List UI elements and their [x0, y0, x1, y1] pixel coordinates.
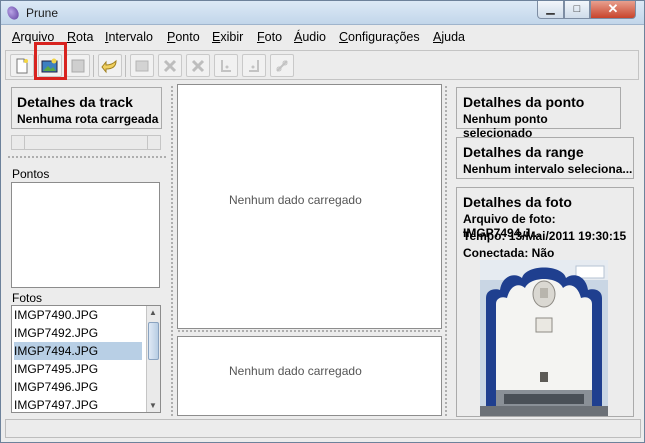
- map-empty-message: Nenhum dado carregado: [229, 193, 362, 207]
- title-bar: Prune ▁ □ ✕: [1, 1, 644, 25]
- range-details-panel: Detalhes da range Nenhum intervalo selec…: [456, 137, 634, 179]
- status-bar: [5, 419, 641, 438]
- maximize-button[interactable]: □: [564, 1, 590, 19]
- map-canvas[interactable]: Nenhum dado carregado: [177, 84, 442, 329]
- menu-configuracoes[interactable]: Configurações: [339, 30, 420, 44]
- track-details-title: Detalhes da track: [17, 94, 133, 110]
- close-button[interactable]: ✕: [590, 1, 636, 19]
- track-details-panel: Detalhes da track Nenhuma rota carrgeada: [11, 87, 162, 129]
- new-file-button[interactable]: [10, 54, 34, 77]
- scroll-up-arrow-icon[interactable]: ▲: [149, 308, 157, 317]
- select-start-icon: [221, 59, 231, 72]
- photo-thumbnail[interactable]: [480, 260, 608, 416]
- points-list[interactable]: [11, 182, 160, 288]
- scroll-down-arrow-icon[interactable]: ▼: [149, 401, 157, 410]
- delete-range-icon: [191, 59, 205, 72]
- prune-logo-icon: [4, 4, 22, 22]
- delete-point-icon: [163, 59, 177, 72]
- point-details-title: Detalhes da ponto: [463, 94, 585, 110]
- toolbar-separator: [125, 55, 126, 77]
- undo-icon: [101, 59, 117, 73]
- range-status: Nenhum intervalo seleciona...: [463, 162, 633, 176]
- undo-button[interactable]: [98, 54, 122, 77]
- delete-point-button[interactable]: [158, 54, 182, 77]
- photos-list[interactable]: IMGP7490.JPG IMGP7492.JPG IMGP7494.JPG I…: [11, 305, 161, 413]
- menu-foto[interactable]: Foto: [257, 30, 282, 44]
- delete-range-button[interactable]: [186, 54, 210, 77]
- minimize-button[interactable]: ▁: [537, 1, 564, 19]
- points-label: Pontos: [12, 167, 50, 181]
- connect-icon: [276, 59, 288, 72]
- profile-empty-message: Nenhum dado carregado: [229, 364, 362, 378]
- photo-details-panel: Detalhes da foto Arquivo de foto: IMGP74…: [456, 187, 634, 417]
- menu-intervalo[interactable]: Intervalo: [105, 30, 153, 44]
- point-details-panel: Detalhes da ponto Nenhum ponto seleciona…: [456, 87, 621, 140]
- window-title: Prune: [26, 6, 59, 20]
- scroll-left-button[interactable]: [12, 136, 25, 149]
- scroll-right-button[interactable]: [147, 136, 160, 149]
- menu-rota[interactable]: Rota: [67, 30, 93, 44]
- save-button[interactable]: [66, 54, 90, 77]
- highlight-box: [34, 42, 67, 80]
- menu-ajuda[interactable]: Ajuda: [433, 30, 465, 44]
- select-start-button[interactable]: [214, 54, 238, 77]
- toolbar: [5, 50, 639, 80]
- menu-exibir[interactable]: Exibir: [212, 30, 243, 44]
- photo-details-title: Detalhes da foto: [463, 194, 572, 210]
- photo-item[interactable]: IMGP7492.JPG: [14, 324, 142, 342]
- photo-item[interactable]: IMGP7495.JPG: [14, 360, 142, 378]
- scroll-thumb[interactable]: [148, 322, 159, 360]
- photo-item[interactable]: IMGP7497.JPG: [14, 396, 142, 412]
- edit-button[interactable]: [130, 54, 154, 77]
- track-status: Nenhuma rota carrgeada: [17, 112, 159, 126]
- photos-label: Fotos: [12, 291, 43, 305]
- point-status: Nenhum ponto selecionado: [463, 112, 548, 140]
- photo-time: Tempo: 13/Mai/2011 19:30:15: [463, 229, 627, 243]
- edit-icon: [135, 60, 149, 71]
- select-end-button[interactable]: [242, 54, 266, 77]
- right-splitter-grip[interactable]: [444, 85, 448, 417]
- connect-button[interactable]: [270, 54, 294, 77]
- photo-item[interactable]: IMGP7490.JPG: [14, 306, 142, 324]
- horizontal-scrollbar[interactable]: [11, 135, 161, 150]
- menu-bar: Arquivo Rota Intervalo Ponto Exibir Foto…: [2, 28, 643, 47]
- photo-item-selected[interactable]: IMGP7494.JPG: [14, 342, 142, 360]
- range-details-title: Detalhes da range: [463, 144, 584, 160]
- new-file-icon: [16, 58, 28, 73]
- profile-canvas[interactable]: Nenhum dado carregado: [177, 336, 442, 416]
- save-icon: [71, 59, 85, 72]
- toolbar-separator: [93, 55, 94, 77]
- splitter-grip[interactable]: [7, 155, 167, 160]
- photo-connected: Conectada: Não: [463, 246, 555, 260]
- menu-audio[interactable]: Áudio: [294, 30, 326, 44]
- center-splitter-grip[interactable]: [177, 329, 442, 334]
- menu-ponto[interactable]: Ponto: [167, 30, 200, 44]
- select-end-icon: [249, 59, 259, 72]
- photos-scrollbar[interactable]: ▲ ▼: [146, 306, 160, 412]
- app-window: Prune ▁ □ ✕ Arquivo Rota Intervalo Ponto…: [0, 0, 645, 443]
- left-splitter-grip[interactable]: [170, 85, 174, 417]
- photo-item[interactable]: IMGP7496.JPG: [14, 378, 142, 396]
